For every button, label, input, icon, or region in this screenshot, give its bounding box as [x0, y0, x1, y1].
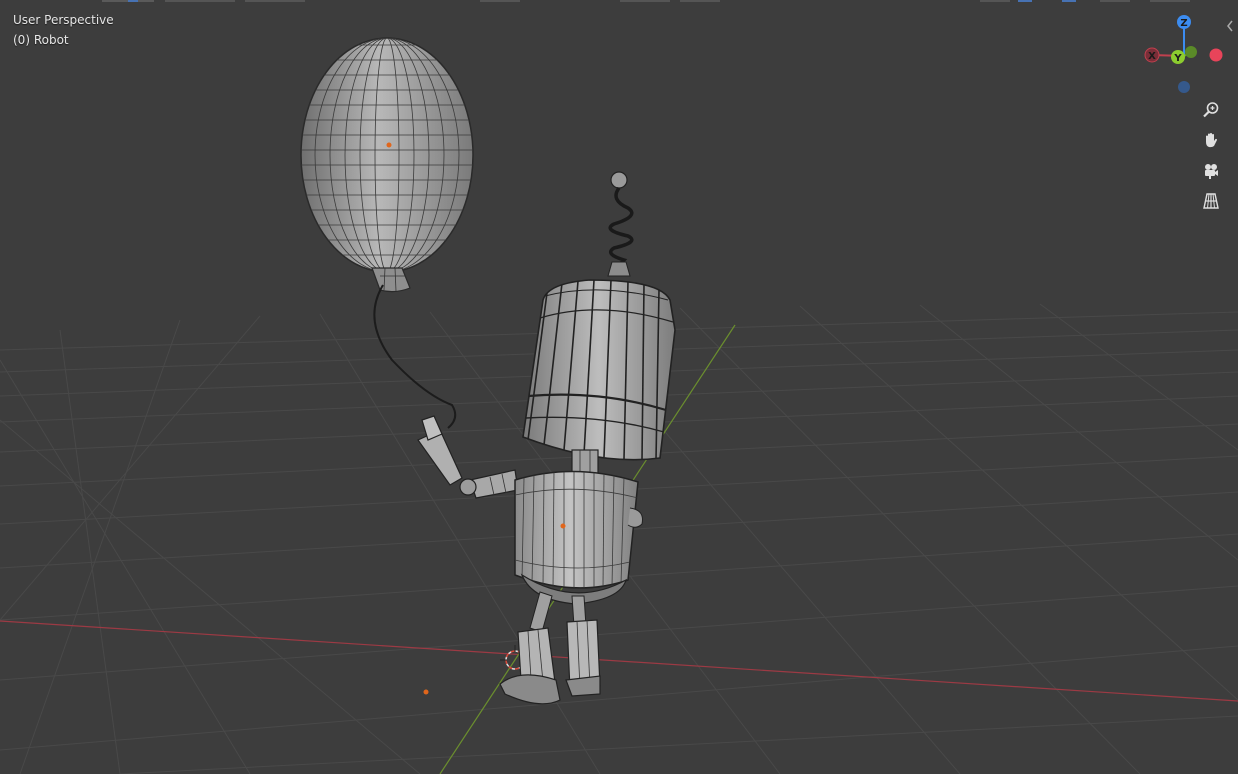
light-origin-dot	[423, 689, 429, 695]
pan-button[interactable]	[1198, 127, 1224, 153]
scene-canvas[interactable]	[0, 0, 1238, 774]
zoom-button[interactable]	[1198, 97, 1224, 123]
camera-view-icon	[1205, 164, 1218, 179]
balloon-mesh[interactable]	[300, 37, 475, 293]
robot-head-mesh[interactable]	[522, 279, 676, 461]
gizmo-x-label: X	[1148, 51, 1156, 62]
antenna-mesh[interactable]	[607, 171, 634, 277]
3d-viewport[interactable]: User Perspective (0) Robot X Y Z	[0, 0, 1238, 774]
pan-hand-icon	[1206, 133, 1217, 148]
navigation-gizmo[interactable]: X Y Z	[1140, 10, 1238, 100]
active-object-label: (0) Robot	[13, 33, 69, 47]
camera-view-button[interactable]	[1198, 158, 1224, 184]
gizmo-y-label: Y	[1173, 53, 1182, 64]
gizmo-neg-z	[1178, 81, 1190, 93]
gizmo-neg-y	[1185, 46, 1197, 58]
gizmo-z-label: Z	[1180, 18, 1187, 29]
orthographic-grid-icon	[1203, 193, 1219, 209]
zoom-icon	[1203, 102, 1219, 118]
ortho-toggle-button[interactable]	[1198, 188, 1224, 214]
robot-arm-mesh[interactable]	[417, 415, 519, 499]
view-name-label: User Perspective	[13, 13, 114, 27]
gizmo-pos-x	[1209, 48, 1223, 62]
robot-body-mesh[interactable]	[514, 468, 643, 605]
